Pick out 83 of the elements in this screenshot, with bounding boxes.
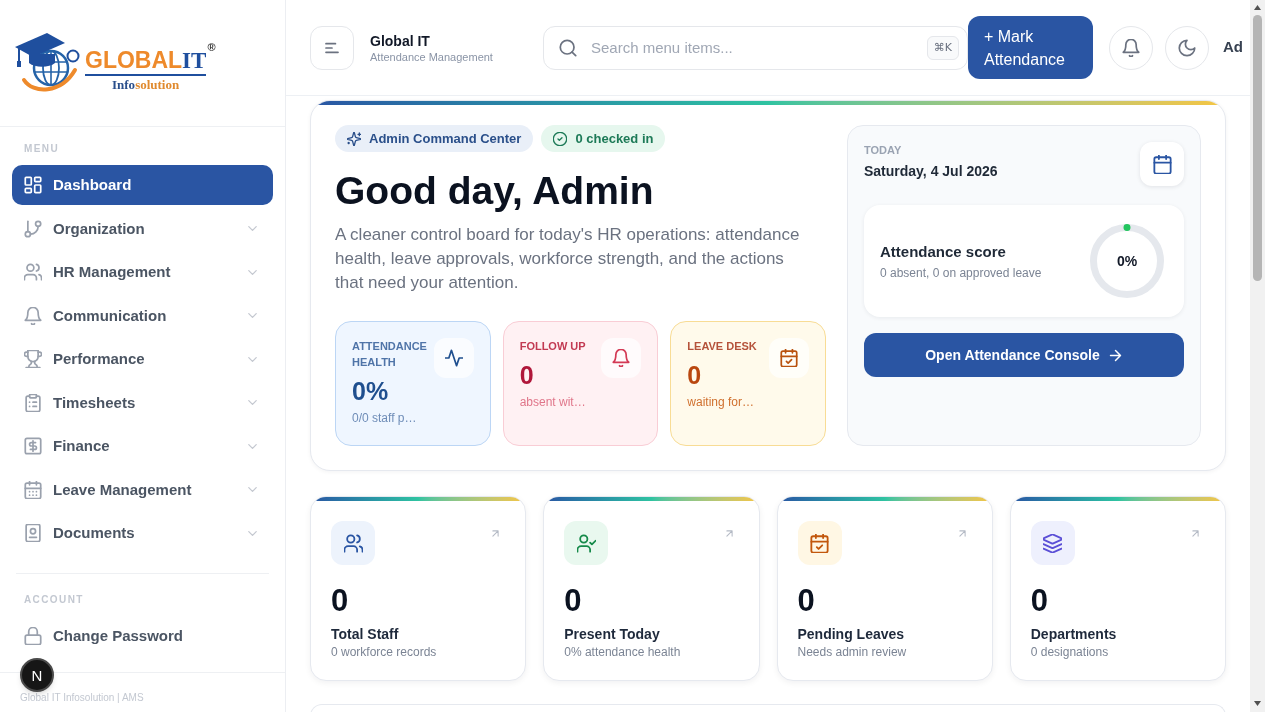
moon-icon <box>1178 38 1196 57</box>
registered-mark: ® <box>207 42 216 53</box>
highlight-note: 0/0 staff p… <box>352 410 417 426</box>
stat-value: 0 <box>564 583 582 619</box>
stat-note: 0 designations <box>1030 644 1109 660</box>
stat-label: Total Staff <box>331 625 399 644</box>
stat-value: 0 <box>331 583 349 619</box>
users-icon <box>331 521 375 565</box>
user-check-icon <box>564 521 609 565</box>
badge-label: Admin Command Center <box>369 130 522 147</box>
stat-note: Needs admin review <box>797 644 907 660</box>
highlight-note: waiting for… <box>687 394 755 410</box>
badge-label: 0 checked in <box>575 130 654 147</box>
score-note: 0 absent, 0 on approved leave <box>880 264 1042 281</box>
stat-value: 0 <box>1030 583 1048 619</box>
stat-note: 0 workforce records <box>331 644 437 660</box>
highlight-value: 0 <box>519 360 534 390</box>
search-icon <box>559 38 577 57</box>
highlight-label: ATTENDANCE HEALTH <box>352 339 428 370</box>
scroll-down-arrow-icon <box>1254 701 1261 706</box>
nav-item[interactable]: Change Password <box>12 616 273 656</box>
dollar-icon <box>24 437 42 455</box>
sparkles-icon <box>347 131 361 146</box>
highlight-label: FOLLOW UP <box>519 339 586 354</box>
score-title: Attendance score <box>880 241 1006 262</box>
hero-description: A cleaner control board for today's HR operations: attendance health, leave approvals, workforce strength, and the actions that need your attention. <box>335 224 801 294</box>
nav-item[interactable]: Performance <box>12 339 273 379</box>
theme-toggle-button[interactable] <box>1165 25 1209 70</box>
nav-item[interactable]: Dashboard <box>12 165 273 205</box>
nav-item[interactable]: Communication <box>12 295 273 336</box>
users-icon <box>24 263 42 281</box>
lock-icon <box>24 627 42 645</box>
bell-icon <box>1122 38 1140 57</box>
stat-note: 0% attendance health <box>564 644 681 660</box>
arrow-up-right-icon <box>956 528 968 539</box>
stat-label: Departments <box>1030 625 1117 644</box>
branch-icon <box>24 219 42 238</box>
nav-item[interactable]: Finance <box>12 426 273 466</box>
arrow-right-icon <box>1107 347 1123 363</box>
nav-item[interactable]: Organization <box>12 208 273 249</box>
bell-icon <box>24 306 42 325</box>
greeting-title: Good day, Admin <box>335 168 654 214</box>
highlight-value: 0% <box>352 376 389 406</box>
arrow-up-right-icon <box>723 528 735 539</box>
app-name: Global IT <box>370 31 430 50</box>
arrow-up-right-icon <box>490 528 502 539</box>
trophy-icon <box>24 350 42 368</box>
arrow-up-right-icon <box>1190 528 1201 539</box>
brand-tagline: Infosolution <box>112 77 180 92</box>
app-subtitle: Attendance Management <box>370 49 493 64</box>
brand-name: GLOBALIT <box>85 48 207 76</box>
clipboard-icon <box>24 393 42 412</box>
calendar-icon <box>24 480 42 499</box>
footer-text: Global IT Infosolution | AMS <box>20 692 144 704</box>
stat-label: Present Today <box>564 625 660 644</box>
calendar-check-icon <box>769 338 809 378</box>
score-value: 0% <box>1116 252 1138 271</box>
dashboard-icon <box>24 176 42 194</box>
layers-icon <box>1030 521 1075 565</box>
highlight-label: LEAVE DESK <box>687 339 757 354</box>
calendar-button[interactable] <box>1140 142 1184 186</box>
nav-item[interactable]: HR Management <box>12 252 273 292</box>
open-console-button[interactable]: Open Attendance Console <box>864 333 1184 377</box>
highlight-value: 0 <box>687 360 702 390</box>
nav-item[interactable]: Documents <box>12 513 273 553</box>
today-date: Saturday, 4 Jul 2026 <box>864 162 998 181</box>
today-label: TODAY <box>864 143 902 158</box>
section-title: MENU <box>23 143 60 155</box>
calendar-icon <box>1152 154 1172 174</box>
notifications-button[interactable] <box>1109 25 1153 70</box>
document-icon <box>24 524 42 542</box>
section-title: ACCOUNT <box>23 594 84 606</box>
bell-icon <box>601 338 642 378</box>
scroll-up-arrow-icon <box>1254 5 1261 10</box>
calendar-check-icon <box>797 521 842 565</box>
stat-value: 0 <box>797 583 815 619</box>
mark-attendance-button[interactable]: + Mark Attendance <box>968 16 1093 79</box>
activity-icon <box>433 338 474 378</box>
stat-label: Pending Leaves <box>797 625 905 644</box>
user-name: Ad <box>1223 37 1243 58</box>
highlight-note: absent wit… <box>519 394 586 410</box>
nav-item[interactable]: Leave Management <box>12 469 273 510</box>
nav-item[interactable]: Timesheets <box>12 382 273 423</box>
